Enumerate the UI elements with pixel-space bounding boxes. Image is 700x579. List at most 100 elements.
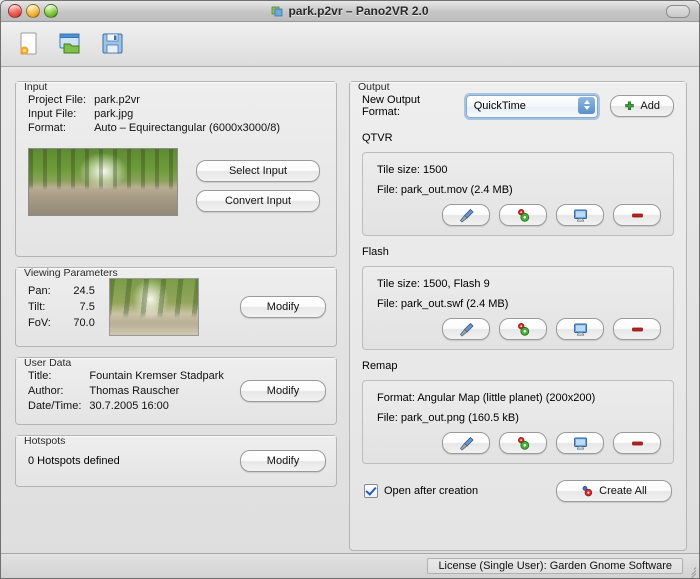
qtvr-line-2: File: park_out.mov (2.4 MB) [377, 184, 673, 204]
input-fields: Project File: park.p2vr Input File: park… [28, 94, 326, 134]
remap-settings-button[interactable] [442, 432, 490, 454]
project-file-value: park.p2vr [94, 94, 326, 106]
flash-settings-button[interactable] [442, 318, 490, 340]
title-label: Title: [28, 370, 81, 382]
format-label: Format: [28, 122, 86, 134]
open-after-creation-checkbox[interactable]: Open after creation [364, 484, 478, 498]
output-bottom-row: Open after creation Create All [364, 480, 672, 502]
window-title: park.p2vr – Pano2VR 2.0 [1, 4, 699, 18]
output-item-remap: Remap Format: Angular Map (little planet… [362, 360, 674, 464]
format-value: Auto – Equirectangular (6000x3000/8) [94, 122, 326, 134]
datetime-value: 30.7.2005 16:00 [89, 400, 224, 412]
output-item-flash: Flash Tile size: 1500, Flash 9 File: par… [362, 246, 674, 350]
toolbar-toggle-button[interactable] [666, 5, 690, 18]
qtvr-settings-button[interactable] [442, 204, 490, 226]
monitor-icon [572, 436, 589, 451]
viewing-preview [109, 278, 199, 336]
output-group-title: Output [355, 81, 393, 93]
title-bar: park.p2vr – Pano2VR 2.0 [1, 1, 699, 22]
viewing-fields: Pan: 24.5 Tilt: 7.5 FoV: 70.0 [28, 285, 95, 329]
flash-actions [363, 318, 673, 340]
gears-icon [515, 208, 532, 223]
gears-icon [515, 436, 532, 451]
hotspots-title: Hotspots [21, 435, 68, 447]
viewing-modify-button[interactable]: Modify [240, 296, 326, 318]
flash-remove-button[interactable] [613, 318, 661, 340]
left-column: Input Project File: park.p2vr Input File… [15, 73, 337, 497]
output-format-row: New Output Format: QuickTime Add [362, 94, 674, 118]
new-document-button[interactable] [15, 30, 43, 58]
datetime-label: Date/Time: [28, 400, 81, 412]
qtvr-title: QTVR [362, 132, 674, 144]
remap-line-1: Format: Angular Map (little planet) (200… [377, 392, 673, 412]
license-status: License (Single User): Garden Gnome Soft… [427, 558, 683, 574]
output-item-qtvr: QTVR Tile size: 1500 File: park_out.mov … [362, 132, 674, 236]
flash-properties-button[interactable] [499, 318, 547, 340]
green-plus-icon [624, 101, 635, 112]
app-icon [271, 5, 283, 17]
user-data-modify-button[interactable]: Modify [240, 380, 326, 402]
remap-line-2: File: park_out.png (160.5 kB) [377, 412, 673, 432]
tilt-value: 7.5 [59, 301, 95, 313]
screwdriver-icon [458, 322, 475, 337]
select-input-button[interactable]: Select Input [196, 160, 320, 182]
create-all-button[interactable]: Create All [556, 480, 672, 502]
user-data-group: User Data Title: Fountain Kremser Stadpa… [15, 357, 337, 425]
convert-input-button[interactable]: Convert Input [196, 190, 320, 212]
flash-preview-button[interactable] [556, 318, 604, 340]
flash-line-1: Tile size: 1500, Flash 9 [377, 278, 673, 298]
window-title-text: park.p2vr – Pano2VR 2.0 [288, 4, 428, 18]
qtvr-preview-button[interactable] [556, 204, 604, 226]
remap-title: Remap [362, 360, 674, 372]
status-bar: License (Single User): Garden Gnome Soft… [1, 553, 699, 578]
output-format-value: QuickTime [474, 100, 526, 112]
screwdriver-icon [458, 208, 475, 223]
remap-actions [363, 432, 673, 454]
save-document-icon [103, 34, 122, 53]
screwdriver-icon [458, 436, 475, 451]
add-output-label: Add [640, 100, 660, 112]
add-output-button[interactable]: Add [610, 95, 674, 117]
gears-icon [515, 322, 532, 337]
qtvr-properties-button[interactable] [499, 204, 547, 226]
output-format-label: New Output Format: [362, 94, 458, 118]
minimize-button[interactable] [26, 4, 40, 18]
fov-label: FoV: [28, 317, 51, 329]
hotspots-modify-button[interactable]: Modify [240, 450, 326, 472]
chevron-updown-icon[interactable] [578, 97, 595, 114]
remap-remove-button[interactable] [613, 432, 661, 454]
title-value: Fountain Kremser Stadpark [89, 370, 224, 382]
open-document-icon [60, 34, 79, 53]
viewing-parameters-title: Viewing Parameters [21, 267, 121, 279]
gear-icon [581, 485, 594, 498]
user-data-title: User Data [21, 357, 74, 369]
hotspots-summary: 0 Hotspots defined [28, 455, 120, 467]
output-group: Output New Output Format: QuickTime [349, 81, 687, 551]
author-label: Author: [28, 385, 81, 397]
remap-properties-button[interactable] [499, 432, 547, 454]
save-document-button[interactable] [99, 30, 127, 58]
qtvr-line-1: Tile size: 1500 [377, 164, 673, 184]
input-group: Input Project File: park.p2vr Input File… [15, 81, 337, 257]
fov-value: 70.0 [59, 317, 95, 329]
tilt-label: Tilt: [28, 301, 51, 313]
user-data-fields: Title: Fountain Kremser Stadpark Author:… [28, 370, 224, 412]
right-column: Output New Output Format: QuickTime [349, 73, 687, 561]
close-button[interactable] [8, 4, 22, 18]
resize-grip[interactable] [685, 564, 697, 576]
pan-label: Pan: [28, 285, 51, 297]
output-format-select[interactable]: QuickTime [466, 95, 599, 118]
checkbox-checked-icon[interactable] [364, 484, 378, 498]
flash-title: Flash [362, 246, 674, 258]
qtvr-remove-button[interactable] [613, 204, 661, 226]
monitor-icon [572, 322, 589, 337]
input-group-title: Input [21, 81, 50, 93]
application-window: park.p2vr – Pano2VR 2.0 [0, 0, 700, 579]
author-value: Thomas Rauscher [89, 385, 224, 397]
main-toolbar [1, 22, 699, 67]
zoom-button[interactable] [44, 4, 58, 18]
open-document-button[interactable] [57, 30, 85, 58]
pan-value: 24.5 [59, 285, 95, 297]
remap-preview-button[interactable] [556, 432, 604, 454]
viewing-parameters-group: Viewing Parameters Pan: 24.5 Tilt: 7.5 F… [15, 267, 337, 347]
